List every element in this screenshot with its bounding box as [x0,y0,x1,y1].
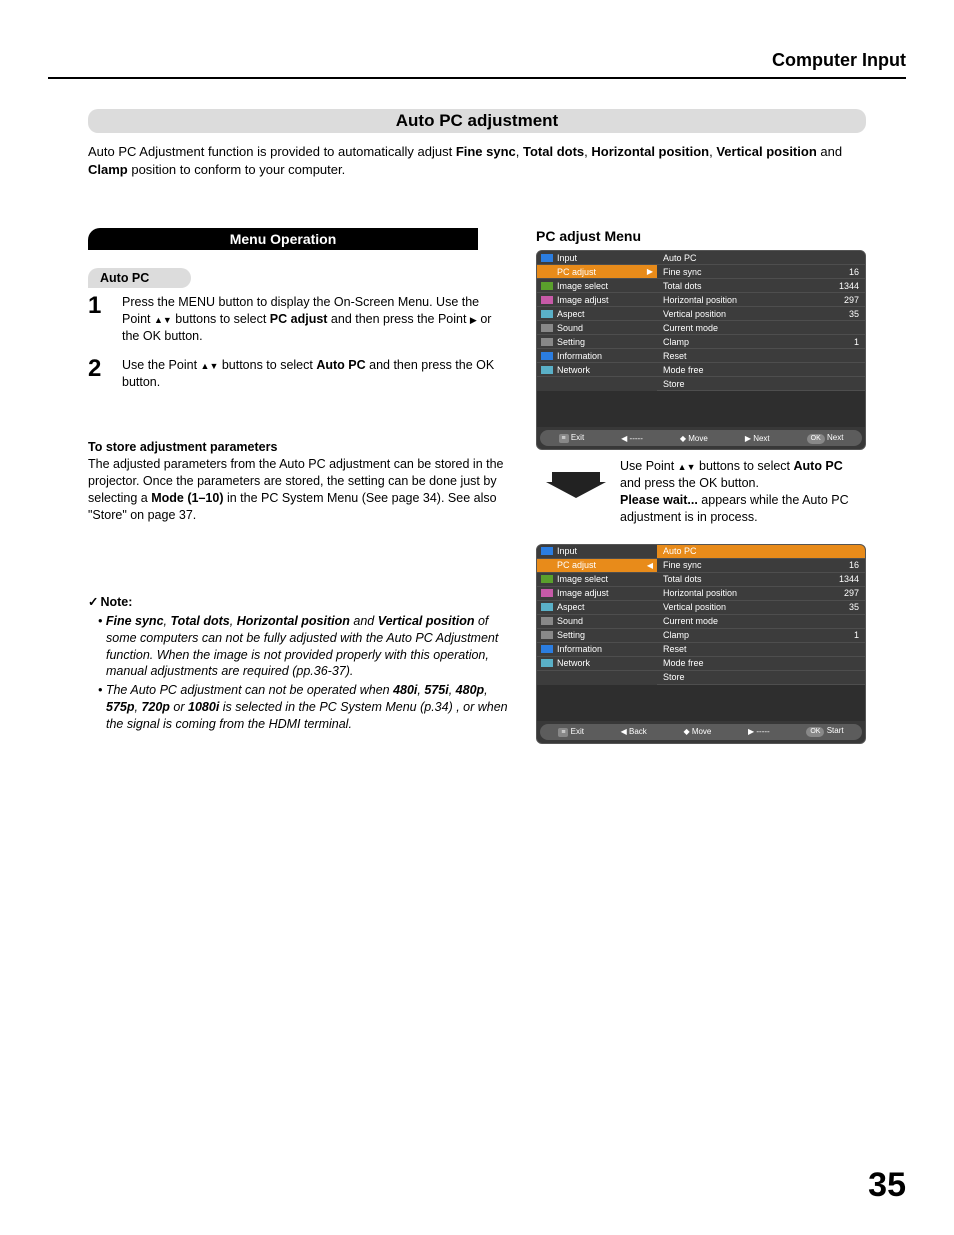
menu-icon [541,366,553,374]
note-item: • The Auto PC adjustment can not be oper… [98,682,510,733]
menu-pill-icon: ≡ [559,434,569,443]
menu-item: Setting [557,337,585,347]
ok-pill-icon: OK [807,434,825,444]
page-title: Auto PC adjustment [88,109,866,133]
menu-icon [541,575,553,583]
step-number: 1 [88,294,122,345]
osd-value-label-active: Auto PC [663,546,697,556]
menu-item: Network [557,658,590,668]
osd-right-panel: Auto PC Fine sync16 Total dots1344 Horiz… [657,251,865,391]
step-2: 2 Use the Point buttons to select Auto P… [88,357,510,391]
store-body: The adjusted parameters from the Auto PC… [88,456,510,524]
menu-icon [541,254,553,262]
menu-icon [541,645,553,653]
intro-text: Auto PC Adjustment function is provided … [88,144,456,159]
menu-item: Aspect [557,602,585,612]
osd-footer: ≡ Exit ◀ Back ◆ Move ▶ ----- OK Start [540,724,862,740]
ok-pill-icon: OK [806,727,824,737]
menu-icon [541,296,553,304]
menu-icon [541,631,553,639]
section-label: Computer Input [772,50,906,70]
menu-item: Sound [557,323,583,333]
arrow-down-icon [546,472,606,498]
right-column: PC adjust Menu Input PC adjust ▶ Image se… [536,228,866,744]
menu-item: Image adjust [557,588,609,598]
menu-icon [541,324,553,332]
osd-footer: ≡ Exit ◀ ----- ◆ Move ▶ Next OK Next [540,430,862,446]
menu-icon [541,603,553,611]
step-text: Use the Point buttons to select Auto PC … [122,357,510,391]
menu-icon [541,282,553,290]
menu-item: Image select [557,281,608,291]
triangle-down-icon [687,459,696,473]
chevron-left-icon: ◀ [647,561,653,570]
triangle-up-icon [678,459,687,473]
menu-item: Sound [557,616,583,626]
osd-value-label: Auto PC [663,253,697,263]
osd-right-panel: Auto PC Fine sync16 Total dots1344 Horiz… [657,545,865,685]
intro-bold: Fine sync [456,144,516,159]
triangle-right-icon [470,312,477,326]
page-header: Computer Input [48,50,906,71]
menu-icon [541,338,553,346]
menu-item: Network [557,365,590,375]
pc-adjust-menu-heading: PC adjust Menu [536,228,866,244]
menu-icon [541,310,553,318]
menu-item-selected: PC adjust [557,267,596,277]
osd-left-menu: Input PC adjust ▶ Image select Image adju… [537,251,657,391]
note-heading: Note: [88,595,132,609]
menu-icon [541,561,553,569]
menu-item: Information [557,351,602,361]
menu-icon [541,659,553,667]
intro-paragraph: Auto PC Adjustment function is provided … [88,143,866,178]
osd-screenshot-1: Input PC adjust ▶ Image select Image adju… [536,250,866,450]
menu-icon [541,547,553,555]
triangle-down-icon [163,312,172,326]
menu-icon [541,268,553,276]
menu-operation-heading: Menu Operation [88,228,478,250]
osd-left-menu: Input PC adjust ◀ Image select Image adju… [537,545,657,685]
mid-instruction: Use Point buttons to select Auto PC and … [620,458,866,526]
menu-item: Aspect [557,309,585,319]
page-number: 35 [868,1166,906,1205]
menu-item: Information [557,644,602,654]
triangle-up-icon [154,312,163,326]
osd-screenshot-2: Input PC adjust ◀ Image select Image adju… [536,544,866,744]
menu-item-selected: PC adjust [557,560,596,570]
step-text: Press the MENU button to display the On-… [122,294,510,345]
step-1: 1 Press the MENU button to display the O… [88,294,510,345]
left-column: Menu Operation Auto PC 1 Press the MENU … [88,228,510,744]
menu-item: Input [557,546,577,556]
menu-icon [541,352,553,360]
header-rule [48,77,906,79]
menu-item: Image adjust [557,295,609,305]
store-heading: To store adjustment parameters [88,440,510,454]
menu-item: Image select [557,574,608,584]
menu-item: Input [557,253,577,263]
menu-icon [541,617,553,625]
note-item: • Fine sync, Total dots, Horizontal posi… [98,613,510,681]
menu-item: Setting [557,630,585,640]
menu-pill-icon: ≡ [558,728,568,737]
note-block: Note: • Fine sync, Total dots, Horizonta… [88,594,510,733]
step-number: 2 [88,357,122,391]
autopc-label: Auto PC [88,268,191,288]
chevron-right-icon: ▶ [647,267,653,276]
menu-icon [541,589,553,597]
